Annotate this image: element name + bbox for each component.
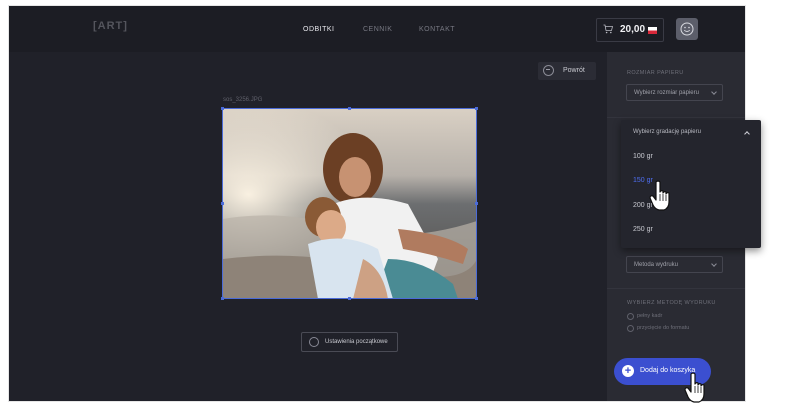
chevron-down-icon xyxy=(711,261,717,267)
divider xyxy=(607,117,745,118)
crop-frame[interactable] xyxy=(222,108,477,299)
nav-odbitki[interactable]: ODBITKI xyxy=(303,26,335,33)
print-method-select[interactable]: Metoda wydruku xyxy=(626,256,723,273)
cart-amount: 20,00 xyxy=(620,24,646,35)
paper-size-select[interactable]: Wybierz rozmiar papieru xyxy=(626,84,723,101)
crop-handle[interactable] xyxy=(221,107,224,110)
photo-filename: sos_3256.JPG xyxy=(223,97,263,103)
print-method-select-value: Metoda wydruku xyxy=(634,262,679,268)
divider xyxy=(607,288,745,289)
reset-icon xyxy=(309,337,319,347)
top-navigation-bar: [ART] ODBITKI CENNIK KONTAKT 20,00 xyxy=(9,6,745,52)
print-method-title: WYBIERZ METODĘ WYDRUKU xyxy=(627,300,716,306)
polish-flag-icon[interactable] xyxy=(648,27,657,34)
logo[interactable]: [ART] xyxy=(93,20,128,32)
back-button[interactable]: Powrót xyxy=(538,62,596,80)
crop-handle[interactable] xyxy=(475,297,478,300)
crop-handle[interactable] xyxy=(221,297,224,300)
radio-crop-to-format[interactable] xyxy=(627,325,634,332)
crop-handle[interactable] xyxy=(348,107,351,110)
nav-kontakt[interactable]: KONTAKT xyxy=(419,26,455,33)
paper-size-title: ROZMIAR PAPIERU xyxy=(627,70,684,76)
crop-handle[interactable] xyxy=(475,202,478,205)
chevron-down-icon xyxy=(711,89,717,95)
crop-handle[interactable] xyxy=(348,297,351,300)
crop-handle[interactable] xyxy=(475,107,478,110)
paper-size-select-value: Wybierz rozmiar papieru xyxy=(634,90,699,96)
cart-button[interactable]: 20,00 xyxy=(596,18,664,42)
back-button-label: Powrót xyxy=(563,67,585,74)
nav-cennik[interactable]: CENNIK xyxy=(363,26,392,33)
user-avatar-button[interactable] xyxy=(676,18,698,40)
hand-cursor-icon xyxy=(649,180,670,211)
radio-full-frame-label: pełny kadr xyxy=(637,313,663,319)
paper-gradation-dropdown[interactable]: Wybierz gradację papieru 100 gr 150 gr 2… xyxy=(621,120,761,248)
back-arrow-icon xyxy=(543,65,554,76)
radio-full-frame[interactable] xyxy=(627,313,634,320)
dropdown-option[interactable]: 100 gr xyxy=(633,153,653,160)
photo-editor-area: Powrót sos_3256.JPG Ustawienia początkow… xyxy=(9,52,607,401)
dropdown-header[interactable]: Wybierz gradację papieru xyxy=(633,129,701,135)
hand-cursor-icon xyxy=(684,372,705,403)
cart-icon xyxy=(603,24,613,34)
crop-handle[interactable] xyxy=(221,202,224,205)
dropdown-option[interactable]: 250 gr xyxy=(633,226,653,233)
radio-crop-to-format-label: przycięcie do formatu xyxy=(637,325,690,331)
plus-icon: + xyxy=(622,365,634,377)
reset-button-label: Ustawienia początkowe xyxy=(325,339,388,345)
smiley-icon xyxy=(680,22,694,36)
chevron-up-icon[interactable] xyxy=(744,131,750,137)
reset-settings-button[interactable]: Ustawienia początkowe xyxy=(301,332,398,352)
